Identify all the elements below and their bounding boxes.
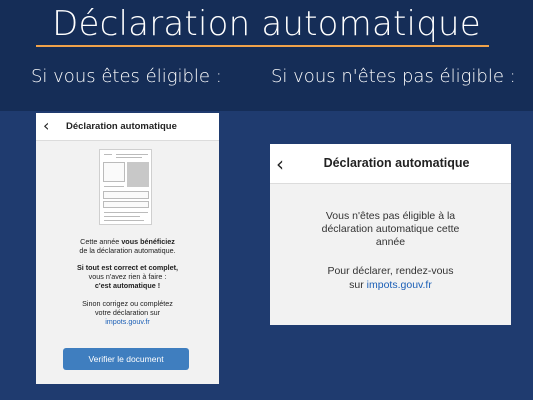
app-bar: ‹ Déclaration automatique <box>270 144 511 184</box>
verify-document-button[interactable]: Verifier le document <box>63 348 189 370</box>
eligible-heading: Si vous êtes éligible : <box>31 66 222 87</box>
not-eligible-text-line-2: déclaration automatique cette <box>321 223 460 235</box>
not-eligible-heading: Si vous n'êtes pas éligible : <box>271 66 516 87</box>
eligible-link-line: impots.gouv.fr <box>36 317 219 327</box>
eligible-text-line-5: c'est automatique ! <box>94 281 161 290</box>
title-underline <box>36 45 489 47</box>
not-eligible-text-line-3: année <box>375 236 406 248</box>
app-bar-title: Déclaration automatique <box>66 121 177 132</box>
impots-link[interactable]: impots.gouv.fr <box>105 317 150 326</box>
app-bar-title: Déclaration automatique <box>323 156 470 170</box>
not-eligible-text-line-4: Pour déclarer, rendez-vous <box>327 265 454 277</box>
not-eligible-phone-screen: ‹ Déclaration automatique Vous n'êtes pa… <box>270 144 511 325</box>
chevron-left-icon[interactable]: ‹ <box>43 117 49 135</box>
not-eligible-text-line-1: Vous n'êtes pas éligible à la <box>325 210 456 222</box>
page-title: Déclaration automatique <box>52 4 481 44</box>
eligible-text-line-2: de la déclaration automatique. <box>79 246 176 255</box>
impots-link[interactable]: impots.gouv.fr <box>367 279 432 291</box>
app-bar: ‹ Déclaration automatique <box>36 113 219 141</box>
eligible-phone-screen: ‹ Déclaration automatique Cette année vo… <box>36 113 219 384</box>
not-eligible-link-line: sur impots.gouv.fr <box>349 279 432 291</box>
document-preview[interactable] <box>99 149 152 225</box>
